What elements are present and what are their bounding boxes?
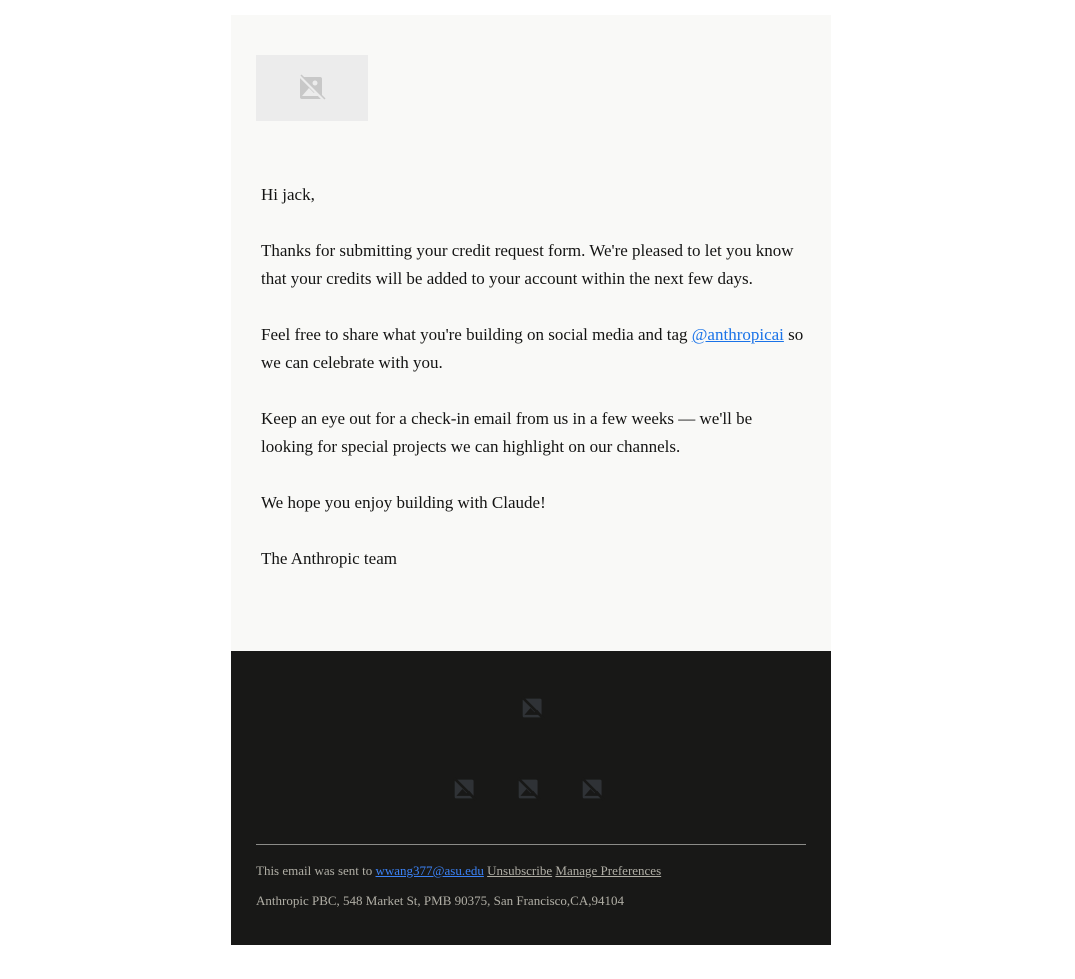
- sent-to-prefix: This email was sent to: [256, 863, 376, 878]
- broken-image-icon: [517, 777, 541, 801]
- anthropicai-link[interactable]: @anthropicai: [692, 325, 784, 344]
- broken-image-icon: [521, 696, 545, 720]
- sent-to-line: This email was sent to wwang377@asu.edu …: [256, 863, 661, 879]
- social-link-1[interactable]: [449, 773, 481, 805]
- greeting: Hi jack,: [261, 185, 315, 204]
- social-link-2[interactable]: [513, 773, 545, 805]
- email-footer: This email was sent to wwang377@asu.edu …: [231, 651, 831, 945]
- recipient-email-link[interactable]: wwang377@asu.edu: [376, 863, 484, 878]
- broken-image-icon: [298, 74, 326, 102]
- broken-image-icon: [453, 777, 477, 801]
- social-link-3[interactable]: [577, 773, 609, 805]
- signoff: The Anthropic team: [261, 549, 397, 568]
- unsubscribe-link[interactable]: Unsubscribe: [487, 863, 552, 878]
- paragraph-social: Feel free to share what you're building …: [261, 321, 806, 377]
- broken-image-icon: [581, 777, 605, 801]
- header-logo: [256, 55, 368, 121]
- footer-divider: [256, 844, 806, 845]
- manage-preferences-link[interactable]: Manage Preferences: [555, 863, 661, 878]
- social-links: [449, 773, 609, 805]
- paragraph-credits: Thanks for submitting your credit reques…: [261, 241, 794, 288]
- paragraph-social-text: Feel free to share what you're building …: [261, 325, 692, 344]
- message-content: Hi jack, Thanks for submitting your cred…: [261, 181, 806, 601]
- footer-logo[interactable]: [512, 687, 554, 729]
- email-body: Hi jack, Thanks for submitting your cred…: [231, 15, 831, 651]
- email-container: Hi jack, Thanks for submitting your cred…: [231, 15, 831, 945]
- paragraph-checkin: Keep an eye out for a check-in email fro…: [261, 409, 753, 456]
- company-address: Anthropic PBC, 548 Market St, PMB 90375,…: [256, 893, 624, 908]
- paragraph-enjoy: We hope you enjoy building with Claude!: [261, 493, 546, 512]
